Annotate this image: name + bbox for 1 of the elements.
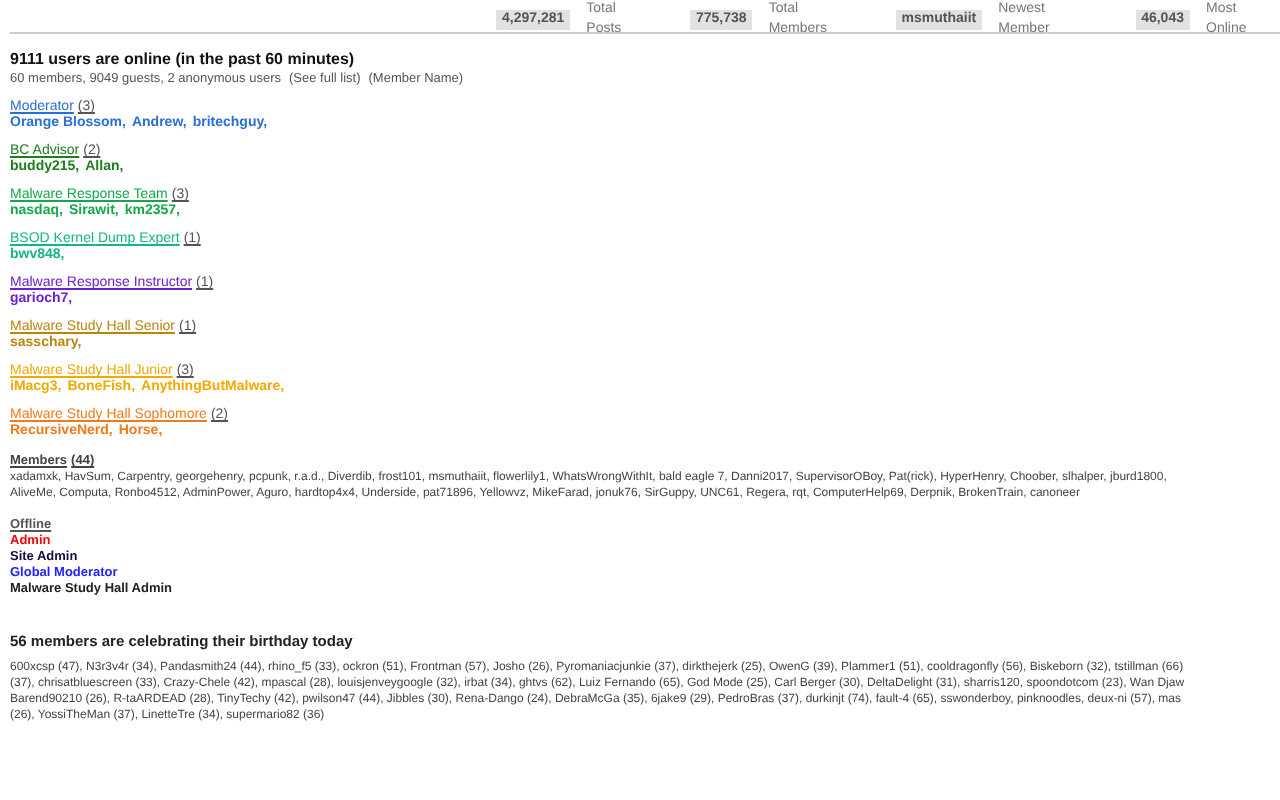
online-title: 9111 users are online (in the past 60 minutes)	[10, 50, 357, 70]
